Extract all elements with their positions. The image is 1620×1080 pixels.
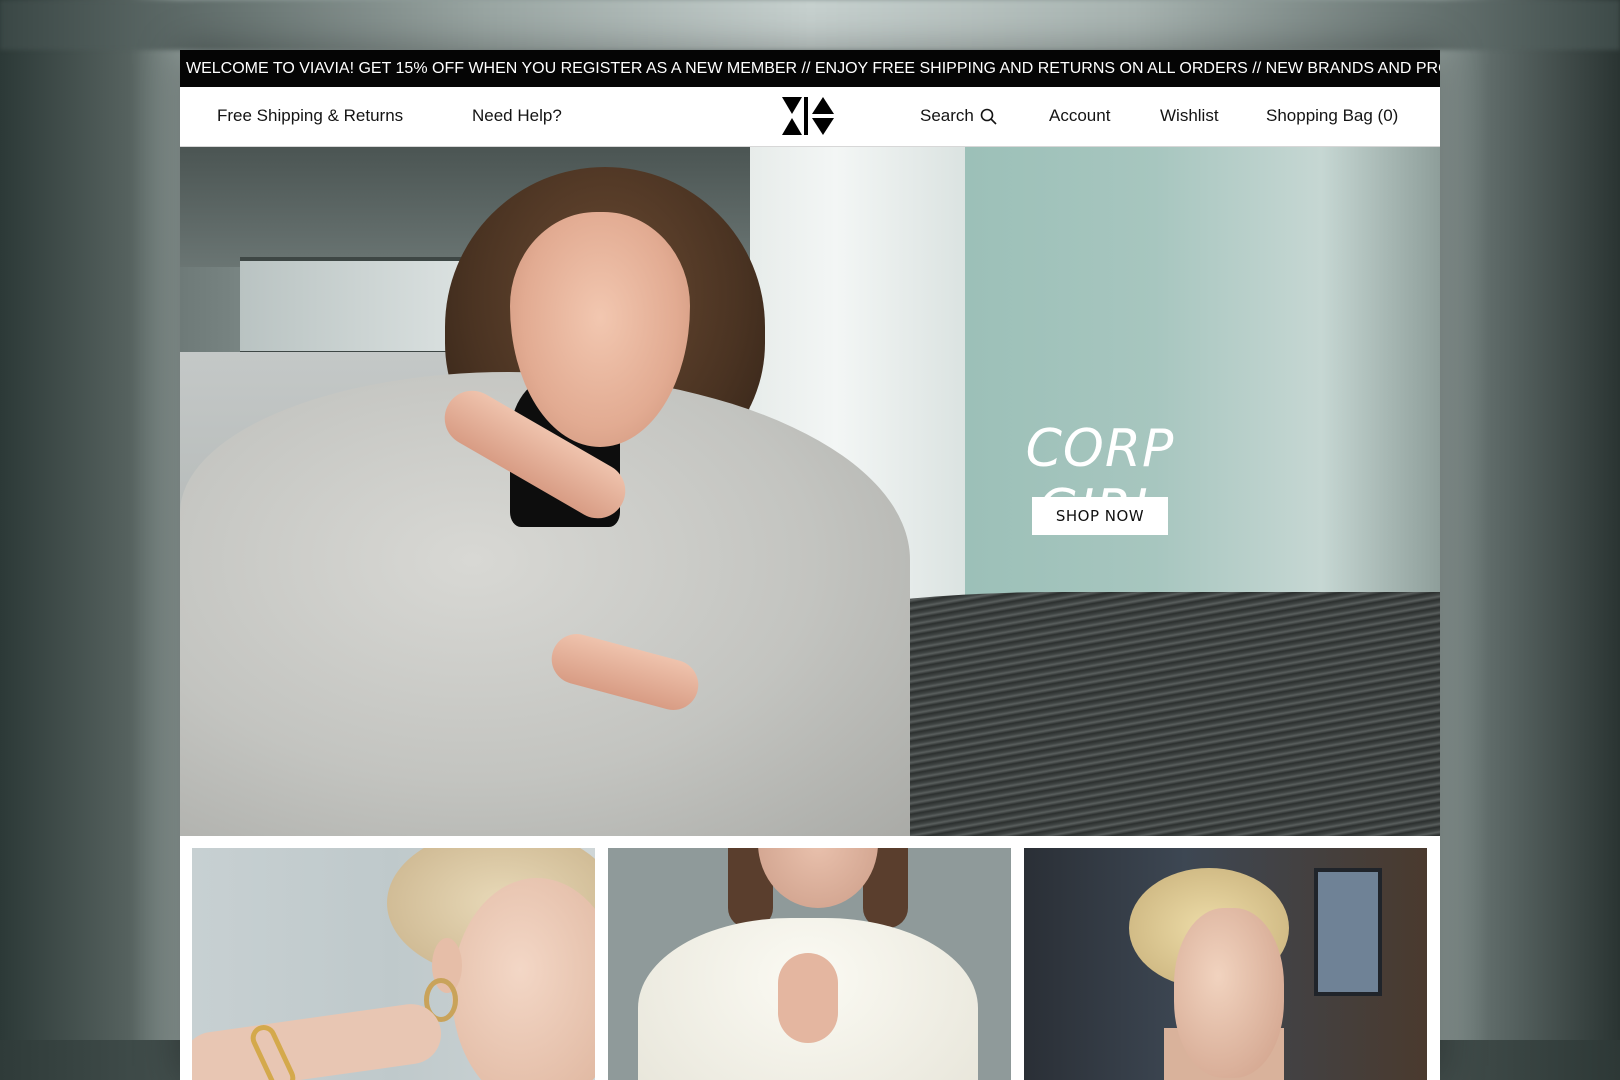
shopping-bag-link[interactable]: Shopping Bag (0) (1266, 106, 1398, 126)
tile-portrait-window (1314, 868, 1382, 996)
search-button[interactable]: Search (920, 106, 997, 126)
tile-jewelry[interactable] (192, 848, 595, 1080)
tile-knitwear-face (758, 848, 878, 908)
viavia-logo-icon[interactable] (782, 97, 834, 135)
promo-bar: WELCOME TO VIAVIA! GET 15% OFF WHEN YOU … (180, 50, 1440, 87)
search-icon (980, 108, 997, 125)
category-tiles (180, 836, 1440, 1080)
shop-now-button[interactable]: SHOP NOW (1032, 497, 1168, 535)
need-help-link[interactable]: Need Help? (472, 106, 562, 126)
hero-wall (965, 147, 1440, 617)
promo-text: WELCOME TO VIAVIA! GET 15% OFF WHEN YOU … (186, 60, 1440, 77)
account-link[interactable]: Account (1049, 106, 1110, 126)
site-header: Free Shipping & Returns Need Help? Searc… (180, 87, 1440, 147)
tile-jewelry-arm (192, 1000, 445, 1080)
hero-banner: CORP GIRL SHOP NOW (180, 147, 1440, 836)
tile-portrait-face (1174, 908, 1284, 1078)
tile-knitwear-hand (778, 953, 838, 1043)
wishlist-link[interactable]: Wishlist (1160, 106, 1219, 126)
tile-knitwear[interactable] (608, 848, 1011, 1080)
search-label: Search (920, 106, 974, 125)
free-shipping-link[interactable]: Free Shipping & Returns (217, 106, 403, 126)
browser-page: WELCOME TO VIAVIA! GET 15% OFF WHEN YOU … (180, 50, 1440, 1080)
background-blur-top (0, 0, 1620, 50)
tile-portrait[interactable] (1024, 848, 1427, 1080)
